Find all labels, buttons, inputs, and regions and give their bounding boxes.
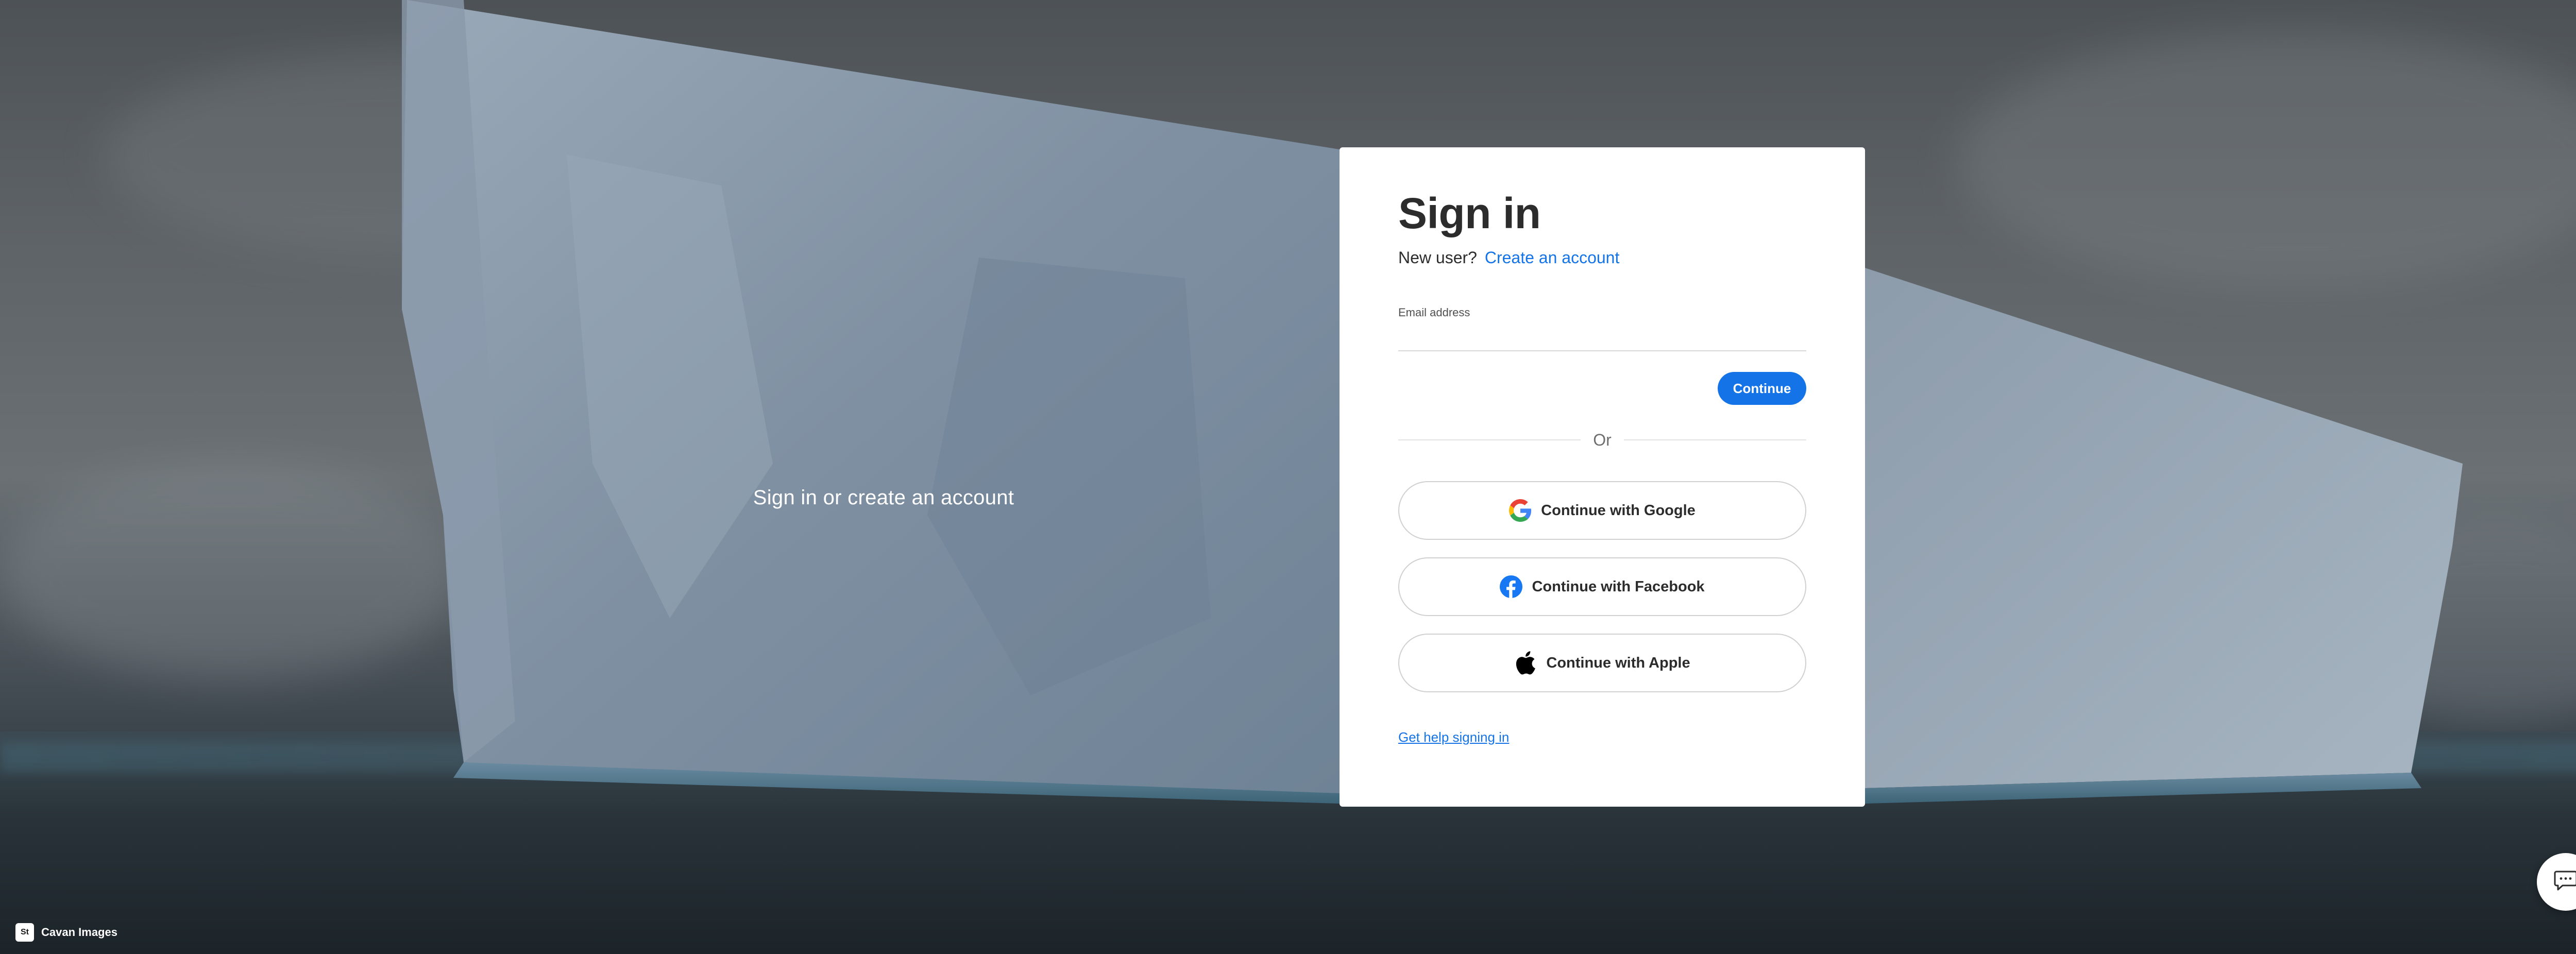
facebook-button-label: Continue with Facebook <box>1532 578 1705 595</box>
google-button-label: Continue with Google <box>1541 502 1696 519</box>
new-user-row: New user? Create an account <box>1398 248 1619 267</box>
background-photo <box>0 0 2576 954</box>
get-help-link[interactable]: Get help signing in <box>1398 729 1509 745</box>
google-icon <box>1509 499 1532 522</box>
continue-with-apple-button[interactable]: Continue with Apple <box>1398 634 1806 692</box>
continue-with-facebook-button[interactable]: Continue with Facebook <box>1398 557 1806 616</box>
apple-icon <box>1514 651 1537 675</box>
create-account-link[interactable]: Create an account <box>1485 248 1620 267</box>
stock-logo-icon: St <box>15 923 34 942</box>
photo-credit: St Cavan Images <box>15 923 117 942</box>
iceberg-left-face <box>402 0 1340 793</box>
continue-with-google-button[interactable]: Continue with Google <box>1398 481 1806 540</box>
email-field[interactable] <box>1398 322 1806 351</box>
page-title: Sign in <box>1398 189 1541 237</box>
apple-button-label: Continue with Apple <box>1546 654 1690 671</box>
iceberg-illustration <box>402 0 2463 804</box>
divider-line <box>1623 439 1807 440</box>
photo-credit-label: Cavan Images <box>41 926 117 939</box>
or-divider: Or <box>1398 430 1807 450</box>
new-user-prompt: New user? <box>1398 248 1477 267</box>
signin-card: Sign in New user? Create an account Emai… <box>1340 147 1865 807</box>
iceberg-right-face <box>1865 268 2463 788</box>
background-tagline: Sign in or create an account <box>753 486 1014 509</box>
continue-button[interactable]: Continue <box>1718 372 1806 405</box>
or-label: Or <box>1593 430 1612 449</box>
divider-line <box>1398 439 1581 440</box>
email-label: Email address <box>1398 306 1470 319</box>
chat-icon <box>2553 870 2576 895</box>
facebook-icon <box>1500 575 1523 598</box>
